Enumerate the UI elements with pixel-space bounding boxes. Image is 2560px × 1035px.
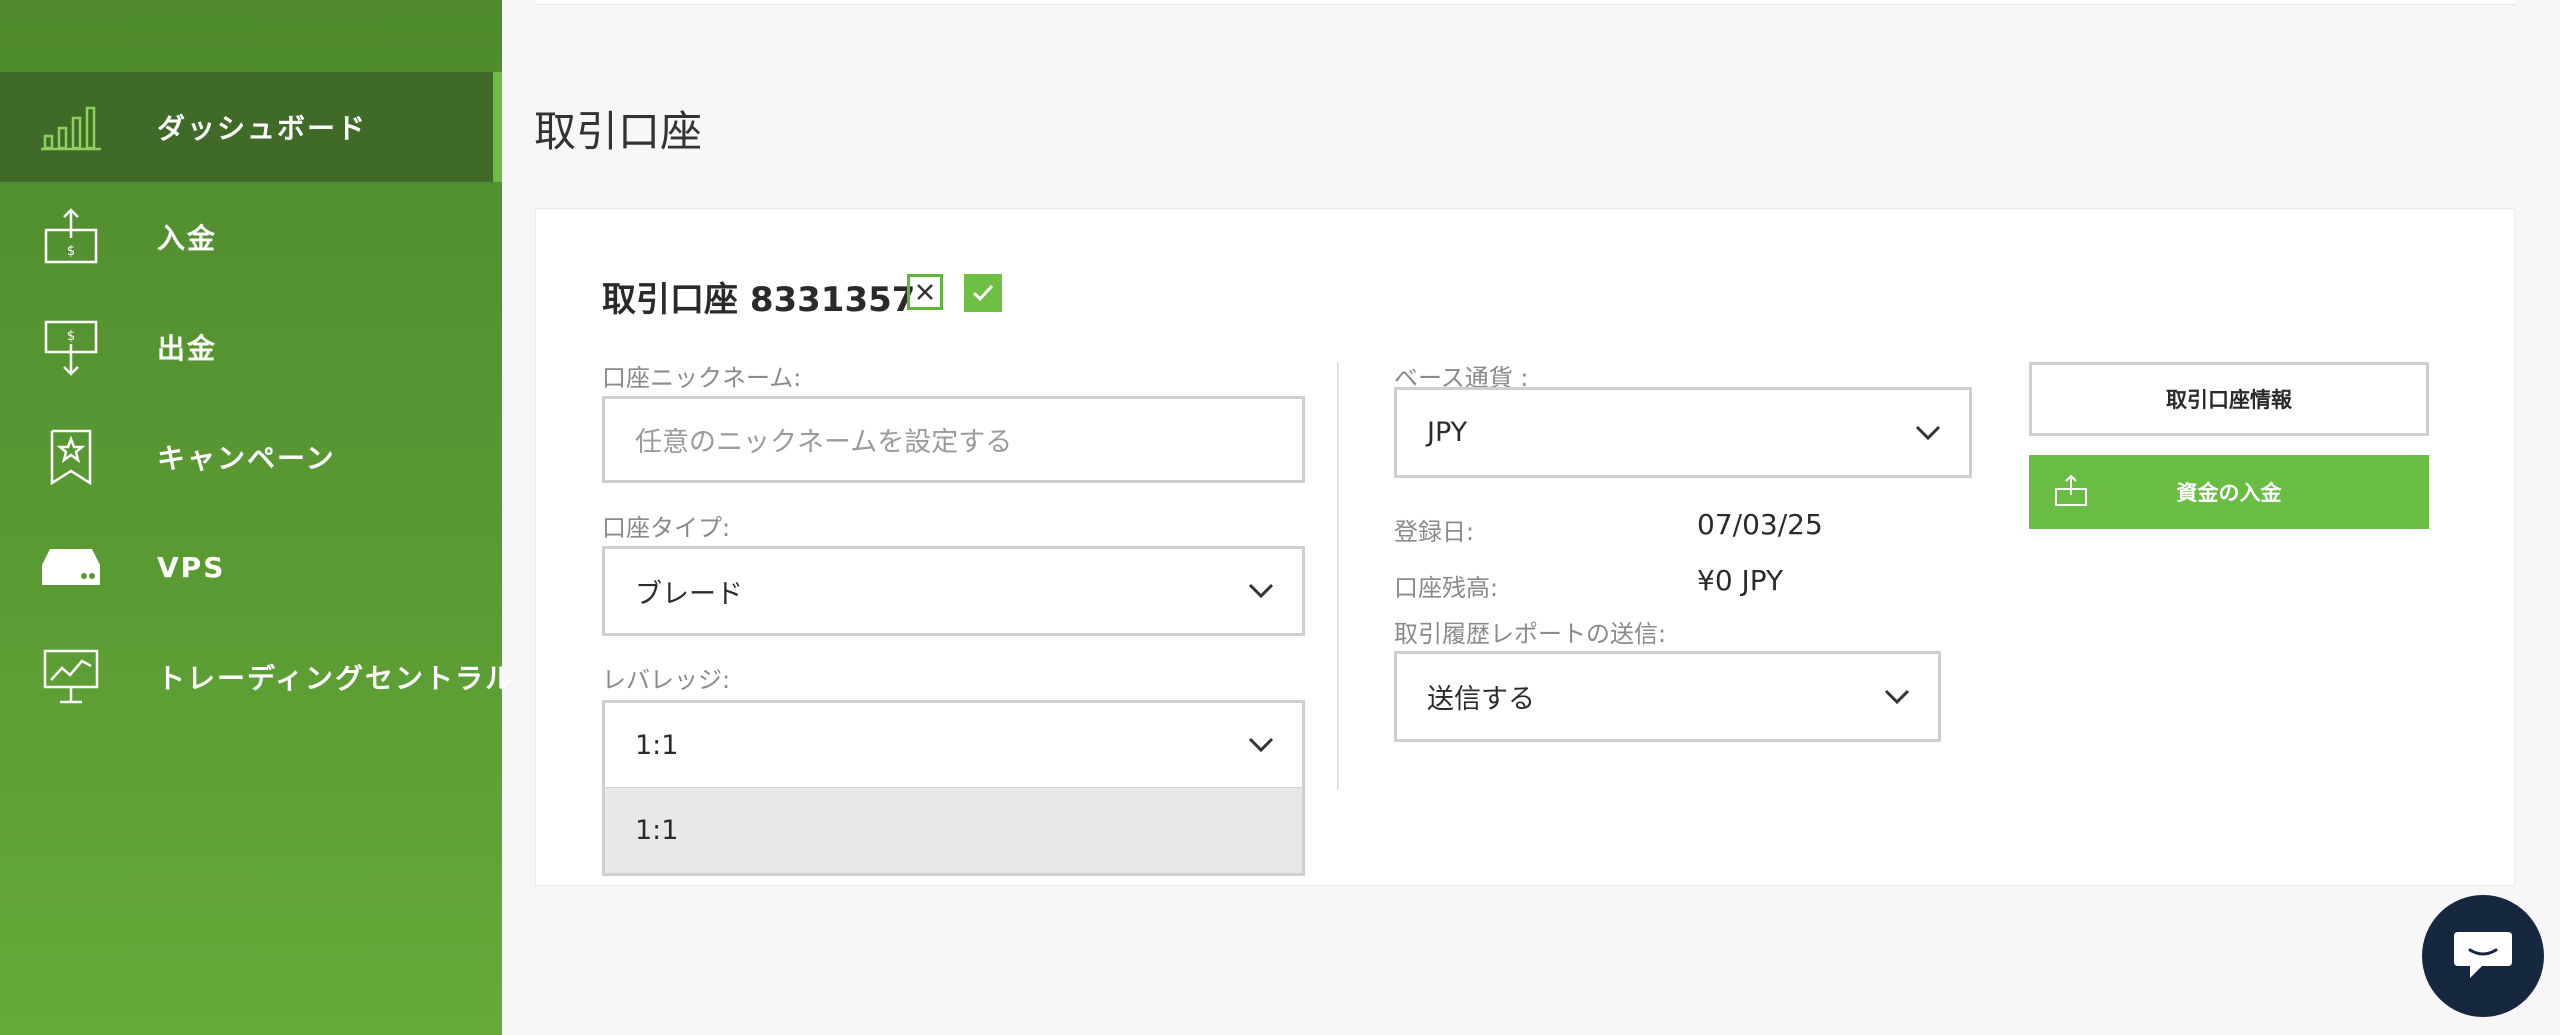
report-value: 送信する [1427, 684, 1535, 715]
balance-label: 口座残高: [1394, 574, 1499, 602]
sidebar-item-label: トレーディングセントラル [157, 662, 516, 695]
deposit-icon: $ [38, 204, 104, 270]
sidebar-item-label: キャンペーン [157, 442, 336, 475]
server-icon [38, 534, 104, 600]
svg-text:$: $ [67, 244, 75, 259]
bar-chart-icon [38, 94, 104, 160]
leverage-label: レバレッジ: [602, 666, 731, 694]
check-icon[interactable] [964, 274, 1002, 312]
chevron-down-icon [1915, 425, 1941, 440]
sidebar-item-deposit[interactable]: $ 入金 [0, 182, 502, 292]
sidebar-item-label: ダッシュボード [157, 112, 368, 145]
close-icon[interactable] [907, 274, 943, 310]
account-type-value: ブレード [635, 578, 743, 610]
base-currency-select[interactable]: JPY [1394, 387, 1972, 478]
nickname-label: 口座ニックネーム: [602, 364, 802, 392]
report-label: 取引履歴レポートの送信: [1394, 620, 1667, 648]
svg-text:$: $ [67, 329, 75, 344]
report-select[interactable]: 送信する [1394, 651, 1941, 742]
deposit-icon [2055, 475, 2087, 506]
sidebar: ダッシュボード $ 入金 $ 出金 キャンペーン VPS トレーディングセントラ… [0, 0, 513, 1035]
sidebar-item-label: 入金 [157, 222, 218, 255]
chat-button[interactable] [2422, 895, 2544, 1017]
base-currency-value: JPY [1427, 417, 1468, 448]
column-divider [1337, 362, 1339, 790]
account-type-select[interactable]: ブレード [602, 546, 1305, 636]
account-info-button[interactable]: 取引口座情報 [2029, 362, 2429, 436]
monitor-chart-icon [38, 644, 104, 710]
sidebar-item-withdraw[interactable]: $ 出金 [0, 292, 502, 402]
registered-label: 登録日: [1394, 518, 1475, 546]
sidebar-item-dashboard[interactable]: ダッシュボード [0, 72, 502, 182]
sidebar-item-trading-central[interactable]: トレーディングセントラル [0, 622, 513, 732]
balance-value: ¥0 JPY [1697, 564, 1784, 597]
sidebar-item-label: VPS [157, 550, 226, 584]
previous-card-edge [535, 0, 2515, 5]
bookmark-star-icon [38, 424, 104, 490]
withdraw-icon: $ [38, 314, 104, 380]
chevron-down-icon [1884, 689, 1910, 704]
deposit-funds-label: 資金の入金 [2176, 481, 2282, 505]
sidebar-item-label: 出金 [157, 332, 218, 365]
leverage-option[interactable]: 1:1 [602, 788, 1305, 876]
chevron-down-icon [1248, 583, 1274, 599]
account-type-label: 口座タイプ: [602, 514, 731, 542]
leverage-value: 1:1 [635, 729, 679, 761]
chat-bubble-icon [2454, 932, 2512, 978]
registered-value: 07/03/25 [1697, 508, 1823, 541]
nickname-input[interactable]: 任意のニックネームを設定する [602, 396, 1305, 483]
sidebar-item-vps[interactable]: VPS [0, 512, 502, 622]
nickname-placeholder: 任意のニックネームを設定する [635, 427, 1013, 458]
page-title: 取引口座 [534, 107, 703, 156]
deposit-funds-button[interactable]: 資金の入金 [2029, 455, 2429, 529]
leverage-select[interactable]: 1:1 [602, 700, 1305, 790]
chevron-down-icon [1248, 737, 1274, 753]
account-title: 取引口座 8331357 [602, 280, 916, 320]
sidebar-item-campaign[interactable]: キャンペーン [0, 402, 502, 512]
